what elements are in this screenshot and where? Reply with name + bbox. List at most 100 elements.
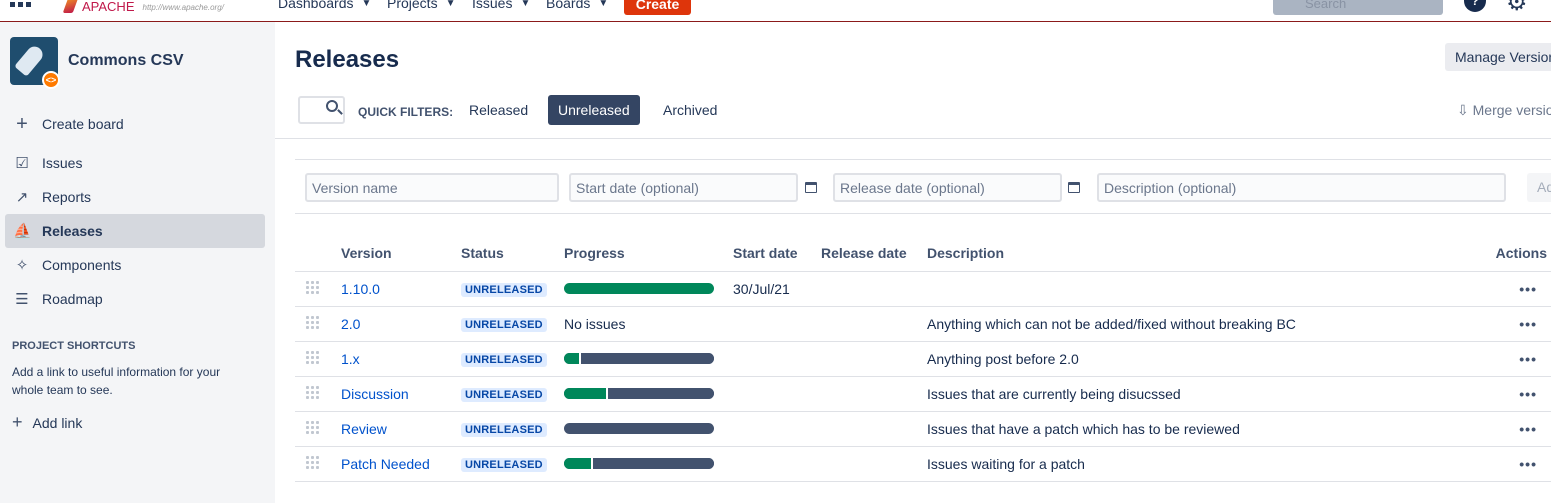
progress-bar[interactable] [564,388,714,399]
description-cell: Anything post before 2.0 [927,341,1471,377]
table-row: 2.0 UNRELEASED No issues Anything which can… [295,306,1551,342]
version-link[interactable]: Review [341,421,387,437]
version-link[interactable]: 1.x [341,351,360,367]
drag-column-header [295,236,341,272]
status-badge: UNRELEASED [461,318,547,332]
version-link[interactable]: 2.0 [341,316,360,332]
calendar-icon[interactable] [1068,182,1080,193]
chevron-down-icon: ▼ [445,0,456,9]
search-icon [326,100,338,112]
nav-projects[interactable]: Projects ▼ [387,0,455,11]
drag-cell[interactable] [295,271,341,307]
drag-handle-icon[interactable] [305,454,320,470]
filter-archived[interactable]: Archived [653,95,727,125]
sidebar-item-issues[interactable]: ☑ Issues [5,146,265,180]
help-icon[interactable]: ? [1464,0,1486,12]
add-link-button[interactable]: + Add link [12,412,82,433]
description-cell: Issues that are currently being disucsse… [927,376,1471,412]
progress-cell [564,376,733,412]
sidebar-item-roadmap[interactable]: ☰ Roadmap [5,282,265,316]
version-name-input[interactable] [305,173,559,202]
column-header-version: Version [341,236,461,272]
progress-cell [564,271,733,307]
merge-versions-button[interactable]: ⇩ Merge versions [1457,102,1551,119]
project-shortcuts-heading: PROJECT SHORTCUTS [12,340,136,352]
more-actions-icon[interactable]: ••• [1519,456,1537,472]
drag-cell[interactable] [295,411,341,447]
releases-page: Releases Manage Versions QUICK FILTERS: … [275,22,1551,503]
table-header-row: Version Status Progress Start date Relea… [295,236,1551,272]
progress-todo-segment [579,353,714,364]
app-switcher-icon[interactable] [10,0,34,14]
sidebar-item-releases[interactable]: ⛵ Releases [5,214,265,248]
project-sidebar: <> Commons CSV + Create board ☑ Issues ↗… [0,22,275,503]
manage-versions-button[interactable]: Manage Versions [1445,43,1551,71]
merge-icon: ⇩ [1457,102,1469,118]
status-badge: UNRELEASED [461,458,547,472]
column-header-start-date: Start date [733,236,821,272]
release-date-cell [821,341,927,377]
progress-done-segment [564,458,591,469]
description-input[interactable] [1097,173,1506,202]
version-link[interactable]: Patch Needed [341,456,430,472]
add-version-button[interactable]: Add [1527,173,1551,202]
chevron-down-icon: ▼ [520,0,531,9]
nav-issues[interactable]: Issues ▼ [472,0,530,11]
version-cell: Discussion [341,376,461,412]
filter-released[interactable]: Released [459,95,538,125]
version-link[interactable]: 1.10.0 [341,281,380,297]
start-date-input[interactable] [569,173,798,202]
progress-bar[interactable] [564,458,714,469]
project-avatar[interactable]: <> [10,37,60,89]
roadmap-icon: ☰ [15,291,29,308]
nav-boards[interactable]: Boards ▼ [546,0,608,11]
calendar-icon[interactable] [805,182,817,193]
drag-handle-icon[interactable] [305,419,320,435]
progress-bar[interactable] [564,283,714,294]
drag-cell[interactable] [295,376,341,412]
version-link[interactable]: Discussion [341,386,409,402]
version-search-input[interactable] [298,96,345,124]
more-actions-icon[interactable]: ••• [1519,316,1537,332]
more-actions-icon[interactable]: ••• [1519,351,1537,367]
sidebar-item-components[interactable]: ✧ Components [5,248,265,282]
progress-text: No issues [564,315,626,332]
nav-label: Projects [387,0,438,11]
drag-handle-icon[interactable] [305,349,320,365]
table-row: Review UNRELEASED Issues that have a patch… [295,411,1551,447]
column-header-release-date: Release date [821,236,927,272]
progress-bar[interactable] [564,353,714,364]
table-row: Discussion UNRELEASED Issues that are curr… [295,376,1551,412]
drag-handle-icon[interactable] [305,314,320,330]
description-cell [927,271,1471,307]
column-header-description: Description [927,236,1471,272]
table-row: Patch Needed UNRELEASED Issues waiting for… [295,446,1551,482]
settings-gear-icon[interactable]: ⚙ [1506,0,1528,15]
drag-cell[interactable] [295,446,341,482]
drag-cell[interactable] [295,341,341,377]
progress-done-segment [564,353,579,364]
top-navigation-bar: APACHE http://www.apache.org/ Dashboards… [0,0,1551,22]
column-header-status: Status [461,236,564,272]
progress-done-segment [564,388,606,399]
release-date-cell [821,376,927,412]
sidebar-item-create-board[interactable]: + Create board [5,107,265,141]
drag-handle-icon[interactable] [305,279,320,295]
search-input[interactable]: Search [1273,0,1443,15]
progress-bar[interactable] [564,423,714,434]
release-date-input[interactable] [833,173,1062,202]
filter-unreleased[interactable]: Unreleased [548,95,640,125]
create-button[interactable]: Create [624,0,691,15]
drag-handle-icon[interactable] [305,384,320,400]
more-actions-icon[interactable]: ••• [1519,421,1537,437]
more-actions-icon[interactable]: ••• [1519,386,1537,402]
apache-logo[interactable]: APACHE http://www.apache.org/ [62,0,224,13]
sidebar-item-reports[interactable]: ↗ Reports [5,180,265,214]
sidebar-item-label: Components [42,257,122,273]
nav-dashboards[interactable]: Dashboards ▼ [278,0,371,11]
project-name[interactable]: Commons CSV [68,52,184,70]
more-actions-icon[interactable]: ••• [1519,281,1537,297]
drag-cell[interactable] [295,306,341,342]
progress-todo-segment [591,458,714,469]
version-cell: Patch Needed [341,446,461,482]
